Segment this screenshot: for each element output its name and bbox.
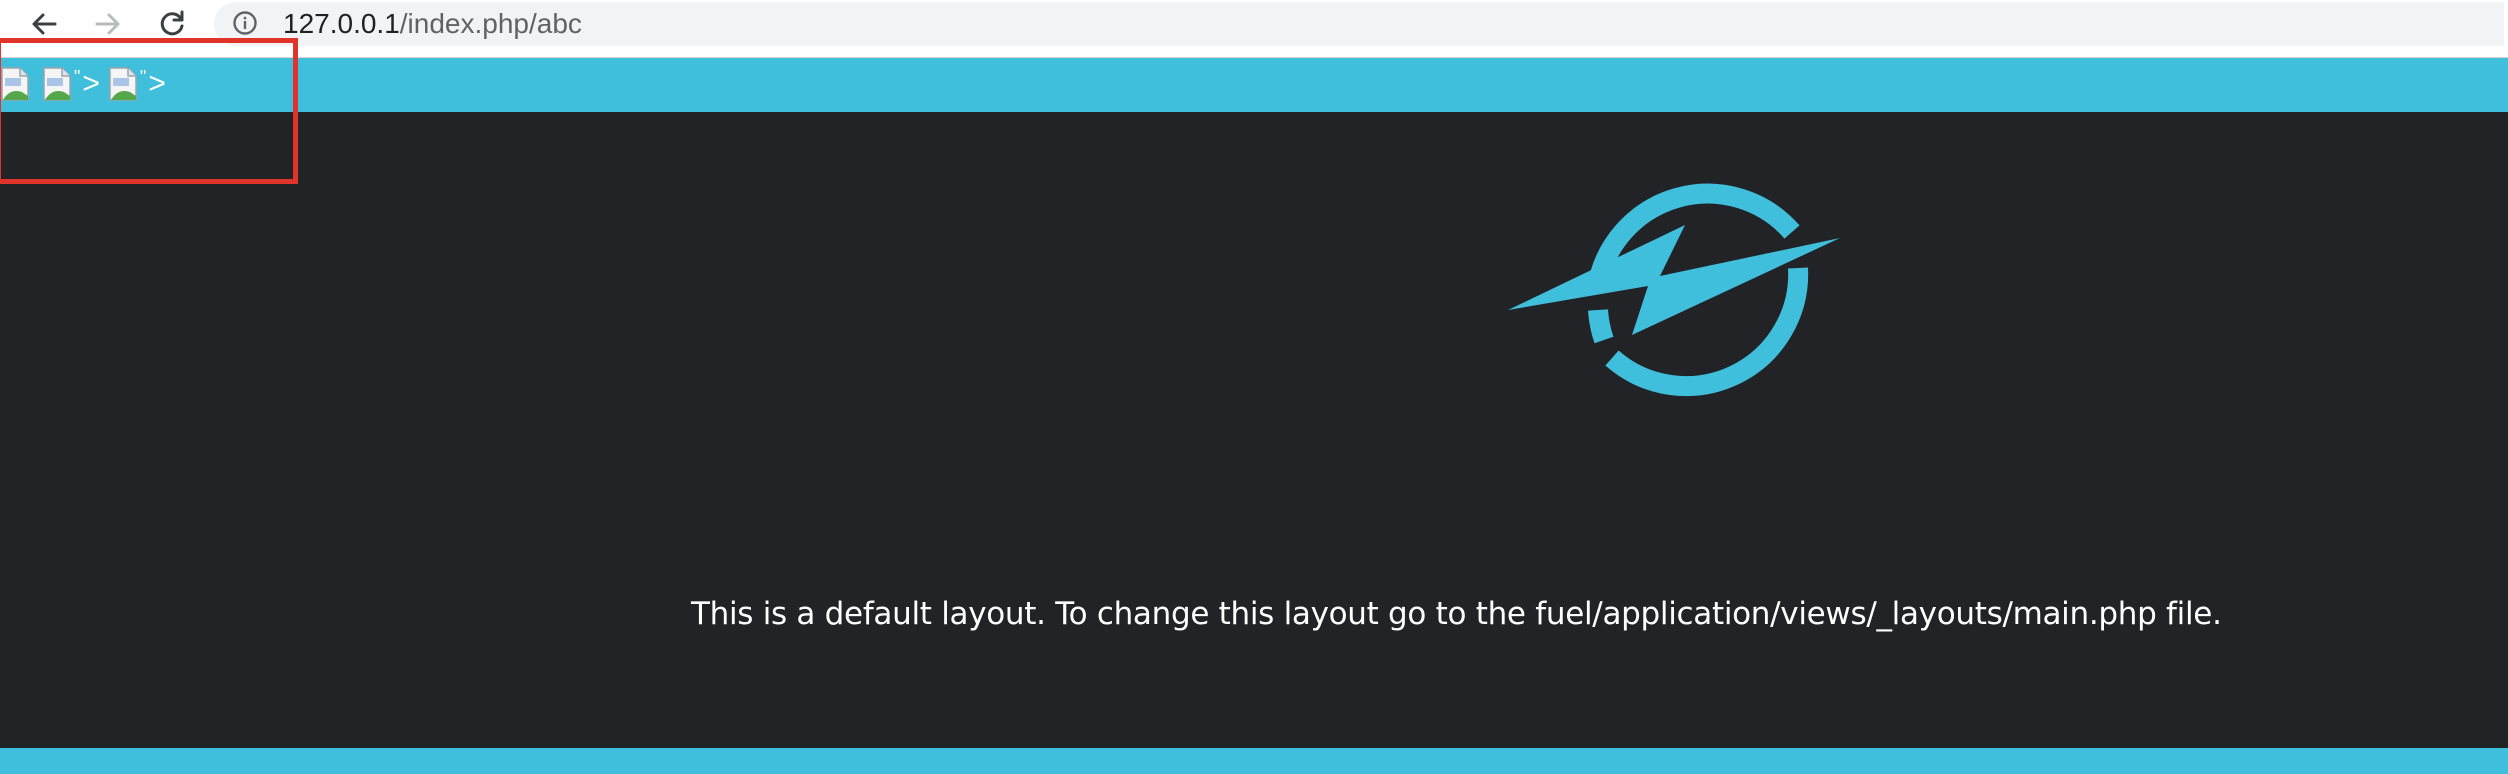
arrow-left-icon (32, 13, 57, 35)
page-header: " > " > (0, 58, 2508, 112)
fuel-logo-icon (1508, 183, 1840, 397)
annotation-highlight-box (0, 38, 298, 184)
url-path: /index.php/abc (399, 8, 582, 39)
reload-icon (160, 10, 184, 36)
url-text[interactable]: 127.0.0.1/index.php/abc (283, 7, 582, 41)
info-icon[interactable] (232, 10, 258, 36)
url-host: 127.0.0.1 (283, 8, 400, 39)
page-footer (0, 748, 2508, 774)
layout-message: This is a default layout. To change this… (691, 596, 2222, 632)
browser-toolbar: 127.0.0.1/index.php/abc (0, 0, 2508, 58)
arrow-right-icon (95, 13, 120, 35)
